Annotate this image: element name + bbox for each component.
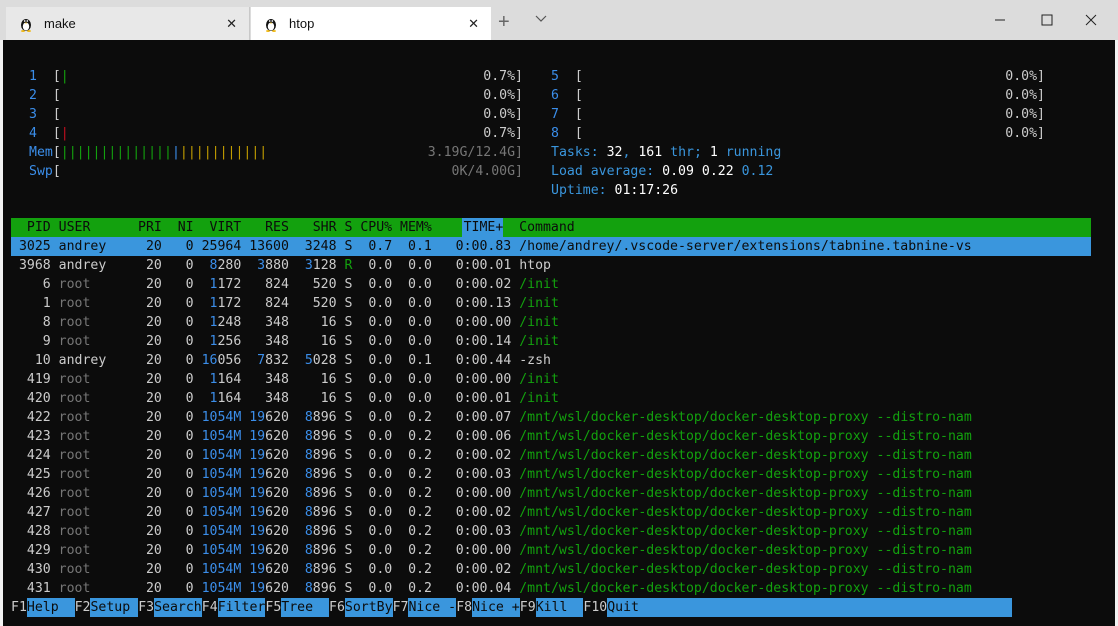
linux-penguin-icon <box>266 18 276 32</box>
tab-make-label: make <box>44 16 76 31</box>
tab-close-icon[interactable]: ✕ <box>468 16 479 32</box>
table-row[interactable]: 425 root 20 0 1054M 19620 8896 S 0.0 0.2… <box>11 465 972 484</box>
fkey-search[interactable]: F3Search <box>138 598 202 617</box>
table-row[interactable]: 10 andrey 20 0 16056 7832 5028 S 0.0 0.1… <box>11 351 551 370</box>
cpu-percent: 0.7%] <box>483 69 523 84</box>
minimize-icon[interactable] <box>990 10 1010 30</box>
table-row[interactable]: 427 root 20 0 1054M 19620 8896 S 0.0 0.2… <box>11 503 972 522</box>
column-headers[interactable]: PID USER PRI NI VIRT RES SHR S CPU% MEM%… <box>11 218 575 237</box>
mem-value: 3.19G/12.4G] <box>427 145 523 160</box>
load-average: Load average: 0.09 0.22 0.12 <box>551 164 774 179</box>
terminal-pane[interactable]: 1 [| 0.7%] 2 [ 0.0%] 3 [ 0.0%] 4 [| 0.7%… <box>3 40 1115 626</box>
tab-close-icon[interactable]: ✕ <box>226 16 237 32</box>
cpu-meter: 7 [ <box>551 107 583 122</box>
table-row[interactable]: 429 root 20 0 1054M 19620 8896 S 0.0 0.2… <box>11 541 972 560</box>
table-row[interactable]: 428 root 20 0 1054M 19620 8896 S 0.0 0.2… <box>11 522 972 541</box>
fkey-setup[interactable]: F2Setup <box>75 598 139 617</box>
table-row[interactable]: 3968 andrey 20 0 8280 3880 3128 R 0.0 0.… <box>11 256 551 275</box>
maximize-icon[interactable] <box>1037 10 1057 30</box>
fkey-quit[interactable]: F10Quit <box>583 598 1013 617</box>
fkey-sortby[interactable]: F6SortBy <box>329 598 393 617</box>
tab-bar: make ✕ htop ✕ + <box>0 0 1118 40</box>
cpu-meter: 2 [ <box>29 88 61 103</box>
fkey-nice[interactable]: F7Nice - <box>393 598 457 617</box>
mem-meter: Mem[|||||||||||||||||||||||||| <box>29 145 268 160</box>
cpu-meter: 3 [ <box>29 107 61 122</box>
cpu-percent: 0.0%] <box>483 107 523 122</box>
cpu-meter: 1 [| <box>29 69 69 84</box>
table-row[interactable]: 420 root 20 0 1164 348 16 S 0.0 0.0 0:00… <box>11 389 559 408</box>
table-row[interactable]: 9 root 20 0 1256 348 16 S 0.0 0.0 0:00.1… <box>11 332 559 351</box>
tab-htop[interactable]: htop ✕ <box>251 7 491 40</box>
cpu-meter: 5 [ <box>551 69 583 84</box>
cpu-percent: 0.0%] <box>1005 69 1045 84</box>
close-icon[interactable] <box>1081 10 1101 30</box>
fkey-filter[interactable]: F4Filter <box>202 598 266 617</box>
tab-make[interactable]: make ✕ <box>6 7 250 40</box>
table-row[interactable]: 431 root 20 0 1054M 19620 8896 S 0.0 0.2… <box>11 579 972 598</box>
table-row[interactable]: 419 root 20 0 1164 348 16 S 0.0 0.0 0:00… <box>11 370 559 389</box>
linux-penguin-icon <box>21 18 31 32</box>
cpu-meter: 8 [ <box>551 126 583 141</box>
fkey-tree[interactable]: F5Tree <box>265 598 329 617</box>
uptime: Uptime: 01:17:26 <box>551 183 679 198</box>
cpu-percent: 0.0%] <box>1005 107 1045 122</box>
cpu-meter: 6 [ <box>551 88 583 103</box>
table-row[interactable]: 423 root 20 0 1054M 19620 8896 S 0.0 0.2… <box>11 427 972 446</box>
cpu-percent: 0.0%] <box>483 88 523 103</box>
cpu-percent: 0.0%] <box>1005 126 1045 141</box>
table-row[interactable]: 1 root 20 0 1172 824 520 S 0.0 0.0 0:00.… <box>11 294 559 313</box>
swap-value: 0K/4.00G] <box>451 164 523 179</box>
tasks-summary: Tasks: 32, 161 thr; 1 running <box>551 145 782 160</box>
table-row[interactable]: 3025 andrey 20 0 25964 13600 3248 S 0.7 … <box>11 237 972 256</box>
cpu-percent: 0.0%] <box>1005 88 1045 103</box>
swap-meter: Swp[ <box>29 164 61 179</box>
tab-htop-label: htop <box>289 16 315 31</box>
fkey-kill[interactable]: F9Kill <box>520 598 584 617</box>
table-row[interactable]: 430 root 20 0 1054M 19620 8896 S 0.0 0.2… <box>11 560 972 579</box>
fkey-help[interactable]: F1Help <box>11 598 75 617</box>
chevron-down-icon[interactable] <box>534 12 548 26</box>
fkey-nice[interactable]: F8Nice + <box>456 598 520 617</box>
table-row[interactable]: 424 root 20 0 1054M 19620 8896 S 0.0 0.2… <box>11 446 972 465</box>
table-row[interactable]: 426 root 20 0 1054M 19620 8896 S 0.0 0.2… <box>11 484 972 503</box>
cpu-percent: 0.7%] <box>483 126 523 141</box>
new-tab-plus-icon[interactable]: + <box>498 11 510 34</box>
cpu-meter: 4 [| <box>29 126 69 141</box>
function-key-bar: F1Help F2Setup F3Search F4Filter F5Tree F6… <box>3 598 1093 617</box>
table-row[interactable]: 422 root 20 0 1054M 19620 8896 S 0.0 0.2… <box>11 408 972 427</box>
table-row[interactable]: 6 root 20 0 1172 824 520 S 0.0 0.0 0:00.… <box>11 275 559 294</box>
table-row[interactable]: 8 root 20 0 1248 348 16 S 0.0 0.0 0:00.0… <box>11 313 559 332</box>
